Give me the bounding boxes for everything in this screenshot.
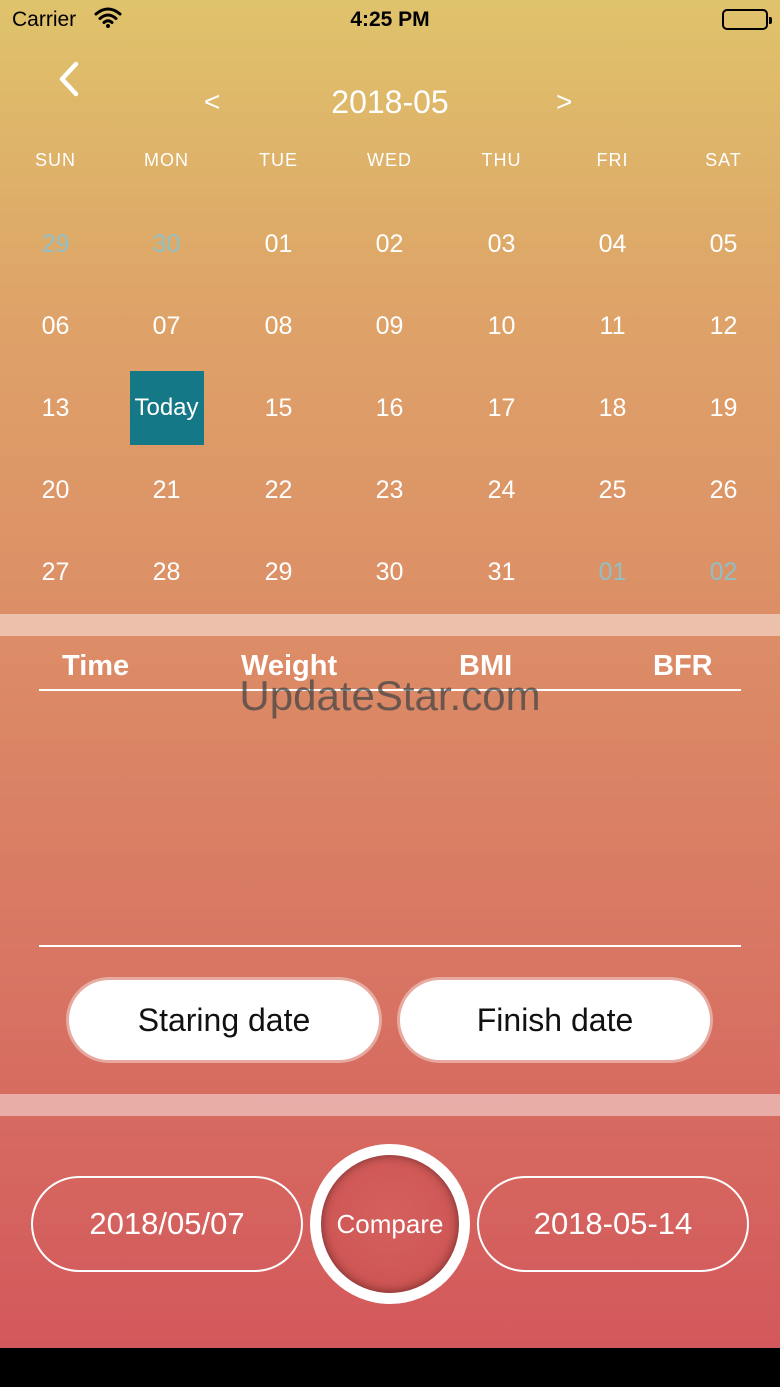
column-header-weight: Weight xyxy=(241,650,338,682)
calendar-day[interactable]: 02 xyxy=(334,203,445,285)
weekday-label: FRI xyxy=(596,150,629,170)
calendar-day-other-month[interactable]: 30 xyxy=(111,203,222,285)
calendar-day[interactable]: 21 xyxy=(111,449,222,531)
calendar-grid: 29 30 01 02 03 04 05 06 07 08 09 10 11 1… xyxy=(0,200,780,610)
app-screen: Carrier 4:25 PM < 2018-05 > SUN MON TUE … xyxy=(0,0,780,1348)
weekday-label: MON xyxy=(144,150,189,170)
calendar-day[interactable]: 12 xyxy=(668,285,779,367)
calendar-day[interactable]: 04 xyxy=(557,203,668,285)
back-chevron-icon[interactable] xyxy=(52,58,88,102)
calendar-day[interactable]: 29 xyxy=(223,531,334,613)
calendar-day[interactable]: 26 xyxy=(668,449,779,531)
calendar-day[interactable]: 03 xyxy=(446,203,557,285)
month-title: 2018-05 xyxy=(331,84,449,120)
records-table-header: Time Weight BMI BFR xyxy=(0,650,780,686)
compare-button[interactable]: Compare xyxy=(310,1144,470,1304)
next-month-button[interactable]: > xyxy=(556,86,572,118)
calendar-day[interactable]: 30 xyxy=(334,531,445,613)
table-bottom-rule xyxy=(39,945,741,947)
weekday-header: SUN MON TUE WED THU FRI SAT xyxy=(0,150,780,176)
calendar-day[interactable]: 20 xyxy=(0,449,111,531)
clock: 4:25 PM xyxy=(350,8,430,31)
calendar-day[interactable]: 01 xyxy=(223,203,334,285)
calendar-day[interactable]: 13 xyxy=(0,367,111,449)
column-header-bmi: BMI xyxy=(459,650,513,682)
column-header-bfr: BFR xyxy=(653,650,713,682)
calendar-day[interactable]: 23 xyxy=(334,449,445,531)
calendar-day[interactable]: 06 xyxy=(0,285,111,367)
calendar-day-today[interactable]: Today xyxy=(111,367,222,449)
calendar-day[interactable]: 31 xyxy=(446,531,557,613)
calendar-day[interactable]: 22 xyxy=(223,449,334,531)
calendar-day[interactable]: 28 xyxy=(111,531,222,613)
weekday-label: THU xyxy=(481,150,522,170)
calendar-day[interactable]: 09 xyxy=(334,285,445,367)
home-indicator-area xyxy=(0,1348,780,1387)
calendar-day[interactable]: 25 xyxy=(557,449,668,531)
table-header-rule xyxy=(39,689,741,691)
calendar-day-other-month[interactable]: 01 xyxy=(557,531,668,613)
battery-icon xyxy=(722,9,772,30)
finish-date-button[interactable]: Finish date xyxy=(400,980,710,1060)
calendar-day[interactable]: 24 xyxy=(446,449,557,531)
today-label: Today xyxy=(129,371,204,445)
calendar-day[interactable]: 17 xyxy=(446,367,557,449)
calendar-day[interactable]: 10 xyxy=(446,285,557,367)
column-header-time: Time xyxy=(62,650,130,682)
calendar-day[interactable]: 11 xyxy=(557,285,668,367)
calendar-day[interactable]: 07 xyxy=(111,285,222,367)
calendar-day[interactable]: 16 xyxy=(334,367,445,449)
section-divider xyxy=(0,614,780,636)
calendar-day[interactable]: 05 xyxy=(668,203,779,285)
section-divider xyxy=(0,1094,780,1116)
calendar-day[interactable]: 19 xyxy=(668,367,779,449)
calendar-day[interactable]: 27 xyxy=(0,531,111,613)
weekday-label: TUE xyxy=(259,150,298,170)
weekday-label: WED xyxy=(367,150,412,170)
starting-date-button[interactable]: Staring date xyxy=(69,980,379,1060)
weekday-label: SAT xyxy=(705,150,742,170)
calendar-day[interactable]: 15 xyxy=(223,367,334,449)
start-date-field[interactable]: 2018/05/07 xyxy=(31,1176,303,1272)
calendar-day-other-month[interactable]: 02 xyxy=(668,531,779,613)
calendar-day-other-month[interactable]: 29 xyxy=(0,203,111,285)
weekday-label: SUN xyxy=(34,150,76,170)
prev-month-button[interactable]: < xyxy=(204,86,220,118)
calendar-day[interactable]: 18 xyxy=(557,367,668,449)
calendar-day[interactable]: 08 xyxy=(223,285,334,367)
compare-button-label: Compare xyxy=(321,1155,459,1293)
status-bar: Carrier 4:25 PM xyxy=(0,0,780,40)
end-date-field[interactable]: 2018-05-14 xyxy=(477,1176,749,1272)
